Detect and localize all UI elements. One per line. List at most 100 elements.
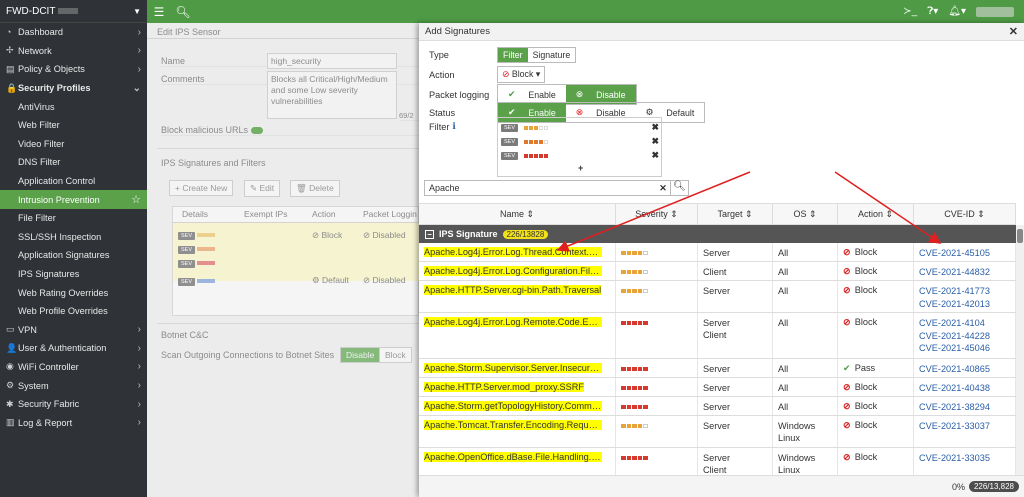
table-row[interactable]: Apache.Tomcat.Transfer.Encoding.Request.… — [419, 416, 1016, 448]
sidebar-item-dns-filter[interactable]: DNS Filter — [0, 153, 147, 172]
sidebar-item-web-rating-overrides[interactable]: Web Rating Overrides — [0, 283, 147, 302]
col-exempt-ips[interactable]: Exempt IPs — [244, 209, 287, 219]
target-value: Server — [703, 453, 731, 463]
cve-link[interactable]: CVE-2021-40865 — [919, 363, 1010, 376]
table-row[interactable]: Apache.Log4j.Error.Log.Configuration.Fil… — [419, 262, 1016, 281]
sidebar-item-web-profile-overrides[interactable]: Web Profile Overrides — [0, 302, 147, 321]
star-icon[interactable]: ☆ — [131, 193, 141, 206]
search-input[interactable]: Apache — [425, 183, 656, 193]
col-os[interactable]: OS ⇕ — [773, 203, 838, 225]
help-icon[interactable]: ❓︎▾ — [927, 6, 938, 17]
sidebar-menu: ◔ Dashboard › ✢ Network › ▤ Policy & Objects › 🔒 S… — [0, 23, 147, 432]
action-select[interactable]: ⊘ Block ▾ — [497, 66, 546, 83]
sidebar-item-dashboard[interactable]: ◔ Dashboard › — [0, 23, 147, 42]
sidebar-item-ips-signatures[interactable]: IPS Signatures — [0, 265, 147, 284]
type-signature-button[interactable]: Signature — [528, 48, 576, 62]
sidebar-item-log-report[interactable]: ▥ Log & Report › — [0, 413, 147, 432]
cli-console-icon[interactable]: ≻_ — [903, 6, 917, 17]
info-icon[interactable]: ℹ — [452, 121, 456, 132]
sidebar-item-network[interactable]: ✢ Network › — [0, 42, 147, 61]
remove-filter-icon[interactable]: ✖ — [651, 122, 659, 133]
table-row[interactable]: Apache.Log4j.Error.Log.Remote.Code.Execu… — [419, 313, 1016, 359]
type-filter-button[interactable]: Filter — [498, 48, 528, 62]
table-row[interactable]: Apache.HTTP.Server.mod_proxy.SSRF Server A… — [419, 378, 1016, 397]
table-row[interactable]: Apache.HTTP.Server.cgi-bin.Path.Traversa… — [419, 281, 1016, 313]
add-filter-icon[interactable]: + — [578, 163, 583, 173]
table-row[interactable]: Apache.Log4j.Error.Log.Thread.Context.Do… — [419, 243, 1016, 262]
sidebar-item-security-fabric[interactable]: ✱ Security Fabric › — [0, 395, 147, 414]
sidebar-item-intrusion-prevention[interactable]: Intrusion Prevention ☆ — [0, 190, 147, 209]
cve-link[interactable]: CVE-2021-44228 — [919, 330, 1010, 343]
sidebar-item-video-filter[interactable]: Video Filter — [0, 135, 147, 154]
col-details[interactable]: Details — [182, 209, 208, 219]
search-icon[interactable]: 🔍︎ — [171, 5, 195, 19]
col-action[interactable]: Action ⇕ — [838, 203, 914, 225]
search-icon[interactable]: 🔍︎ — [670, 181, 688, 195]
device-selector[interactable]: FWD-DCIT ▼ — [0, 0, 147, 23]
gear-icon: ⚙ — [6, 380, 15, 391]
cve-link[interactable]: CVE-2021-33037 — [919, 420, 1010, 433]
sidebar-item-file-filter[interactable]: File Filter — [0, 209, 147, 228]
cell-name: Apache.Storm.getTopologyHistory.Command.… — [419, 397, 616, 415]
clear-search-icon[interactable]: ✕ — [656, 183, 670, 194]
botnet-disable-button[interactable]: Disable — [340, 347, 381, 363]
cve-link[interactable]: CVE-2021-33035 — [919, 452, 1010, 465]
group-header[interactable]: − IPS Signature 226/13828 — [419, 225, 1016, 243]
cve-link[interactable]: CVE-2021-40438 — [919, 382, 1010, 395]
col-cve-id[interactable]: CVE-ID ⇕ — [914, 203, 1016, 225]
sidebar-item-system[interactable]: ⚙ System › — [0, 376, 147, 395]
table-row[interactable]: Apache.Storm.Supervisor.Server.Insecure.… — [419, 359, 1016, 378]
edit-button[interactable]: ✎ Edit — [244, 180, 281, 197]
cve-link[interactable]: CVE-2021-45046 — [919, 342, 1010, 355]
col-packet-logging[interactable]: Packet Loggin — [363, 209, 417, 219]
sidebar-item-application-signatures[interactable]: Application Signatures — [0, 246, 147, 265]
col-target[interactable]: Target ⇕ — [698, 203, 773, 225]
close-icon[interactable]: ✕ — [1009, 25, 1018, 38]
sidebar-item-application-control[interactable]: Application Control — [0, 172, 147, 191]
signature-name: Apache.Log4j.Error.Log.Remote.Code.Execu… — [424, 317, 602, 327]
comments-textarea[interactable]: Blocks all Critical/High/Medium and some… — [267, 71, 397, 119]
sidebar-item-ssl-ssh-inspection[interactable]: SSL/SSH Inspection — [0, 228, 147, 247]
chevron-right-icon: › — [137, 398, 141, 410]
delete-button[interactable]: 🗑 Delete — [290, 180, 340, 197]
menu-icon[interactable]: ☰ — [147, 5, 171, 19]
scrollbar[interactable] — [1016, 225, 1024, 475]
cve-link[interactable]: CVE-2021-42013 — [919, 298, 1010, 311]
admin-menu[interactable] — [976, 6, 1014, 17]
create-new-button[interactable]: + Create New — [169, 180, 234, 196]
col-action[interactable]: Action — [312, 209, 336, 219]
cve-link[interactable]: CVE-2021-45105 — [919, 247, 1010, 260]
signature-name: Apache.Storm.getTopologyHistory.Command.… — [424, 401, 602, 411]
sidebar-item-antivirus[interactable]: AntiVirus — [0, 97, 147, 116]
sidebar-item-wifi-controller[interactable]: ◉ WiFi Controller › — [0, 358, 147, 377]
name-input[interactable]: high_security — [267, 53, 397, 69]
sidebar-item-security-profiles[interactable]: 🔒 Security Profiles ⌄ — [0, 79, 147, 98]
scrollbar-thumb[interactable] — [1017, 229, 1023, 243]
sidebar-item-policy-objects[interactable]: ▤ Policy & Objects › — [0, 60, 147, 79]
sidebar-item-user-authentication[interactable]: 👤 User & Authentication › — [0, 339, 147, 358]
cve-link[interactable]: CVE-2021-41773 — [919, 285, 1010, 298]
cve-link[interactable]: CVE-2021-38294 — [919, 401, 1010, 414]
cell-severity — [616, 281, 698, 312]
cve-link[interactable]: CVE-2021-44832 — [919, 266, 1010, 279]
botnet-block-button[interactable]: Block — [379, 347, 412, 363]
bell-icon[interactable]: 🔔︎▾ — [948, 6, 966, 17]
cell-target: Server — [698, 416, 773, 447]
col-severity[interactable]: Severity ⇕ — [616, 203, 698, 225]
collapse-icon[interactable]: − — [425, 229, 434, 239]
col-name[interactable]: Name ⇕ — [419, 203, 616, 225]
sidebar-item-vpn[interactable]: ▭ VPN › — [0, 321, 147, 340]
sidebar-item-web-filter[interactable]: Web Filter — [0, 116, 147, 135]
sidebar-item-label: System — [18, 380, 49, 391]
chevron-right-icon: › — [137, 63, 141, 75]
target-value: Server — [703, 364, 731, 374]
cve-link[interactable]: CVE-2021-4104 — [919, 317, 1010, 330]
block-icon: ⊘ — [843, 285, 851, 295]
chevron-right-icon: › — [137, 417, 141, 429]
remove-filter-icon[interactable]: ✖ — [651, 150, 659, 161]
table-row[interactable]: Apache.Storm.getTopologyHistory.Command.… — [419, 397, 1016, 416]
block-malicious-toggle[interactable] — [250, 127, 263, 135]
cell-target: Server — [698, 359, 773, 377]
remove-filter-icon[interactable]: ✖ — [651, 136, 659, 147]
filter-box[interactable]: SEV ✖ SEV ✖ SEV ✖ + — [497, 117, 662, 177]
